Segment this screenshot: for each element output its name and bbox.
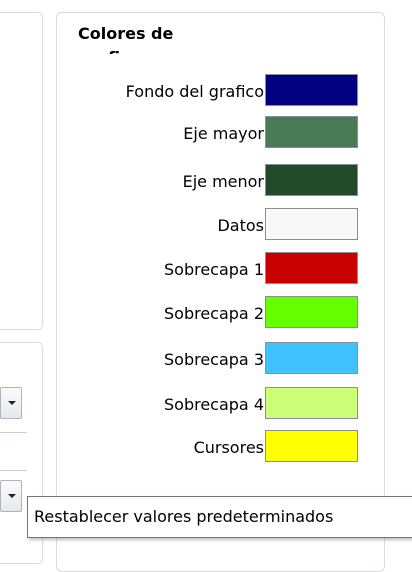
color-swatch-overlay-1[interactable]: [265, 252, 358, 284]
divider: [0, 470, 27, 471]
dropdown-button[interactable]: [0, 387, 22, 419]
left-group-panel-top: [0, 12, 43, 330]
color-label-minor-axis: Eje menor: [182, 172, 264, 191]
chevron-down-icon: [8, 494, 16, 498]
color-swatch-overlay-2[interactable]: [265, 296, 358, 328]
dropdown-button[interactable]: [0, 480, 22, 512]
color-label-overlay-1: Sobrecapa 1: [164, 260, 264, 279]
color-label-major-axis: Eje mayor: [183, 124, 264, 143]
color-swatch-background[interactable]: [265, 74, 358, 106]
color-label-cursors: Cursores: [193, 438, 264, 457]
panel-title: Colores de grafico: [78, 24, 174, 54]
color-swatch-overlay-3[interactable]: [265, 342, 358, 374]
divider: [0, 432, 27, 433]
color-label-data: Datos: [217, 216, 264, 235]
color-swatch-overlay-4[interactable]: [265, 387, 358, 419]
color-swatch-minor-axis[interactable]: [265, 164, 358, 196]
color-swatch-cursors[interactable]: [265, 430, 358, 462]
reset-defaults-tooltip: Restablecer valores predeterminados: [27, 496, 412, 538]
color-label-background: Fondo del grafico: [125, 82, 264, 101]
color-label-overlay-3: Sobrecapa 3: [164, 350, 264, 369]
chevron-down-icon: [8, 401, 16, 405]
color-swatch-major-axis[interactable]: [265, 116, 358, 148]
color-label-overlay-2: Sobrecapa 2: [164, 304, 264, 323]
color-label-overlay-4: Sobrecapa 4: [164, 395, 264, 414]
color-swatch-data[interactable]: [265, 208, 358, 240]
